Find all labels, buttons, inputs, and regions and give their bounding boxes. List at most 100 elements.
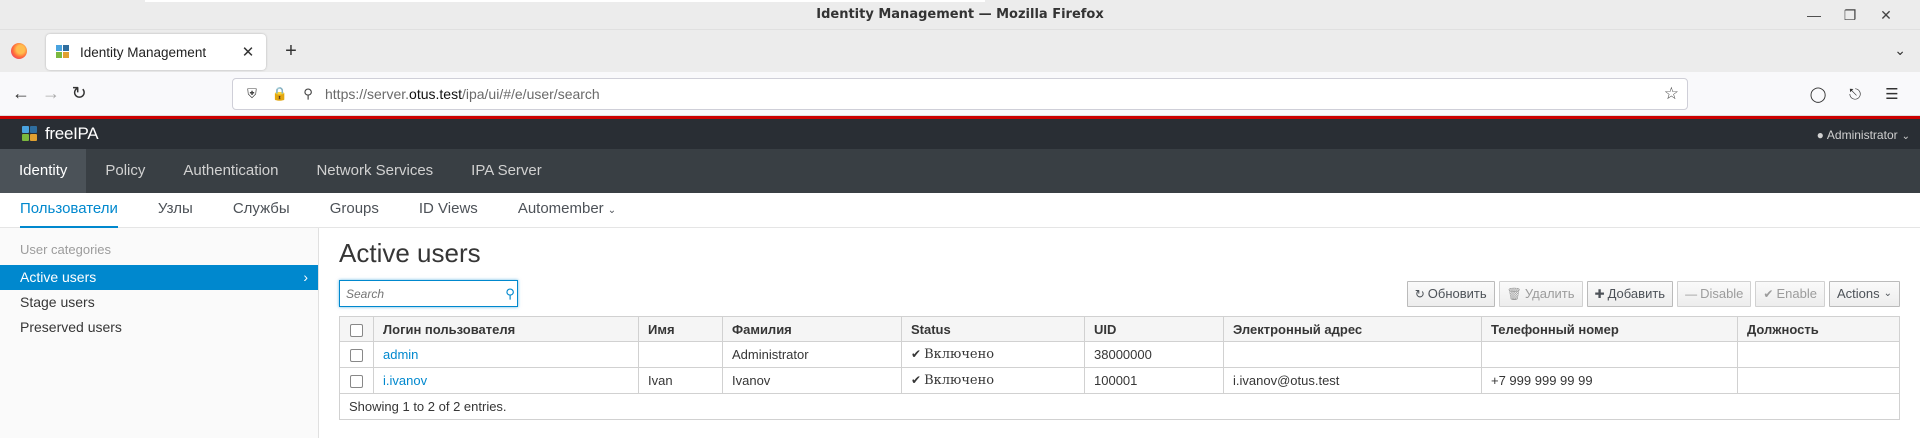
delete-button[interactable]: 🗑 Удалить <box>1498 281 1583 307</box>
search-box: ⚲ <box>339 280 518 307</box>
table-row: admin Administrator ✔ Включено 38000000 <box>339 341 1900 368</box>
window-title: Identity Management — Mozilla Firefox <box>816 7 1104 22</box>
sidebar-item-label: Active users <box>20 269 97 285</box>
refresh-button[interactable]: ↻ Обновить <box>1406 281 1495 307</box>
pagination-summary: Showing 1 to 2 of 2 entries. <box>339 393 1900 420</box>
bookmark-star-icon[interactable]: ☆ <box>1664 84 1679 104</box>
nav-network-services[interactable]: Network Services <box>297 149 452 193</box>
check-icon: ✔ <box>911 373 922 387</box>
tab-close-icon[interactable]: ✕ <box>238 43 258 61</box>
status-text: Включено <box>924 373 995 388</box>
col-email[interactable]: Электронный адрес <box>1223 316 1482 342</box>
brand-name: freeIPA <box>45 124 99 143</box>
col-phone[interactable]: Телефонный номер <box>1481 316 1738 342</box>
minus-icon: — <box>1685 287 1698 301</box>
action-buttons: ↻ Обновить 🗑 Удалить ✚ Добавить — Disable ✔ E… <box>1403 281 1900 307</box>
phone-cell: +7 999 999 99 99 <box>1481 367 1738 394</box>
nav-policy[interactable]: Policy <box>86 149 164 193</box>
login-cell: admin <box>373 341 639 368</box>
search-icon[interactable]: ⚲ <box>503 286 517 302</box>
subnav-services[interactable]: Службы <box>233 193 330 227</box>
user-menu[interactable]: ● Administrator ⌄ <box>1817 128 1910 142</box>
select-all-checkbox[interactable] <box>350 323 363 337</box>
sidebar-item-active-users[interactable]: Active users › <box>0 265 318 290</box>
key-icon[interactable]: ⚲ <box>299 86 317 102</box>
pocket-icon[interactable]: ◯ <box>1803 85 1833 103</box>
check-icon: ✔ <box>911 347 922 361</box>
row-checkbox[interactable] <box>350 375 363 389</box>
col-last-name[interactable]: Фамилия <box>722 316 902 342</box>
subnav-users[interactable]: Пользователи <box>20 193 158 228</box>
col-uid[interactable]: UID <box>1084 316 1224 342</box>
nav-authentication[interactable]: Authentication <box>164 149 297 193</box>
main-content: Active users ⚲ ↻Обновить 🗑Удалить ✚Добав… <box>319 228 1920 438</box>
shield-icon[interactable]: ⛨ <box>243 86 261 102</box>
col-login[interactable]: Логин пользователя <box>373 316 639 342</box>
tab-title: Identity Management <box>80 44 207 60</box>
reload-icon[interactable]: ↻ <box>68 83 90 103</box>
subnav-groups[interactable]: Groups <box>330 193 419 227</box>
users-table: Логин пользователя Имя Фамилия Status UI… <box>339 316 1900 420</box>
forward-icon[interactable]: → <box>40 83 62 103</box>
brand[interactable]: freeIPA <box>22 124 99 144</box>
plus-icon: ✚ <box>1594 287 1605 301</box>
enable-button[interactable]: ✔ Enable <box>1755 281 1825 307</box>
email-cell: i.ivanov@otus.test <box>1223 367 1482 394</box>
subnav-hosts[interactable]: Узлы <box>158 193 233 227</box>
window-titlebar: Identity Management — Mozilla Firefox — … <box>0 0 1920 30</box>
status-cell: ✔ Включено <box>901 367 1085 394</box>
status-text: Включено <box>924 347 995 362</box>
nav-identity[interactable]: Identity <box>0 149 87 193</box>
sidebar-title: User categories <box>20 242 112 257</box>
list-all-tabs-icon[interactable]: ⌄ <box>1894 42 1906 59</box>
menu-hamburger-icon[interactable]: ☰ <box>1877 85 1907 103</box>
sidebar-item-stage-users[interactable]: Stage users <box>0 290 318 315</box>
uid-cell: 38000000 <box>1084 341 1224 368</box>
firefox-view-icon[interactable] <box>11 43 27 59</box>
sidebar: User categories Active users › Stage use… <box>0 228 319 438</box>
email-cell <box>1223 341 1482 368</box>
user-link[interactable]: i.ivanov <box>383 373 427 388</box>
actions-dropdown[interactable]: Actions ⌄ <box>1828 281 1900 307</box>
col-status[interactable]: Status <box>901 316 1085 342</box>
chevron-down-icon: ⌄ <box>1883 288 1892 299</box>
secondary-nav: Пользователи Узлы Службы Groups ID Views… <box>0 193 1920 228</box>
url-text[interactable]: https://server.otus.test/ipa/ui/#/e/user… <box>325 86 600 102</box>
url-bar[interactable]: ⛨ 🔒 ⚲ https://server.otus.test/ipa/ui/#/… <box>232 78 1688 110</box>
table-row: i.ivanov Ivan Ivanov ✔ Включено 100001 i.… <box>339 367 1900 394</box>
app-header: freeIPA ● Administrator ⌄ <box>0 119 1920 149</box>
chevron-right-icon: › <box>303 269 308 285</box>
first-name-cell <box>638 341 723 368</box>
user-menu-label: Administrator <box>1826 128 1898 142</box>
add-button[interactable]: ✚ Добавить <box>1586 281 1674 307</box>
lock-icon[interactable]: 🔒 <box>271 86 289 102</box>
freeipa-logo-icon <box>22 126 38 142</box>
user-link[interactable]: admin <box>383 347 418 362</box>
disable-button[interactable]: — Disable <box>1677 281 1752 307</box>
chevron-down-icon: ⌄ <box>607 205 617 216</box>
minimize-icon[interactable]: — <box>1800 7 1828 23</box>
primary-nav: Identity Policy Authentication Network S… <box>0 149 1920 193</box>
new-tab-icon[interactable]: + <box>280 40 302 63</box>
sidebar-item-preserved-users[interactable]: Preserved users <box>0 315 318 340</box>
titlebar-highlight <box>145 0 985 2</box>
extensions-icon[interactable]: ⎋ <box>1840 86 1870 103</box>
col-first-name[interactable]: Имя <box>638 316 723 342</box>
job-title-cell <box>1737 341 1900 368</box>
row-select-cell <box>339 367 374 394</box>
close-window-icon[interactable]: ✕ <box>1872 7 1900 24</box>
col-job-title[interactable]: Должность <box>1737 316 1900 342</box>
tab-strip: Identity Management ✕ + ⌄ <box>0 30 1920 72</box>
back-icon[interactable]: ← <box>10 83 32 103</box>
chevron-down-icon: ⌄ <box>1901 131 1910 142</box>
search-input[interactable] <box>340 281 503 306</box>
nav-ipa-server[interactable]: IPA Server <box>452 149 561 193</box>
browser-tab[interactable]: Identity Management ✕ <box>46 34 266 70</box>
maximize-icon[interactable]: ❐ <box>1836 7 1864 24</box>
subnav-automember[interactable]: Automember ⌄ <box>518 193 656 227</box>
row-select-cell <box>339 341 374 368</box>
subnav-automember-label: Automember <box>517 200 604 217</box>
page-title: Active users <box>339 238 481 268</box>
row-checkbox[interactable] <box>350 349 363 363</box>
subnav-id-views[interactable]: ID Views <box>419 193 518 227</box>
